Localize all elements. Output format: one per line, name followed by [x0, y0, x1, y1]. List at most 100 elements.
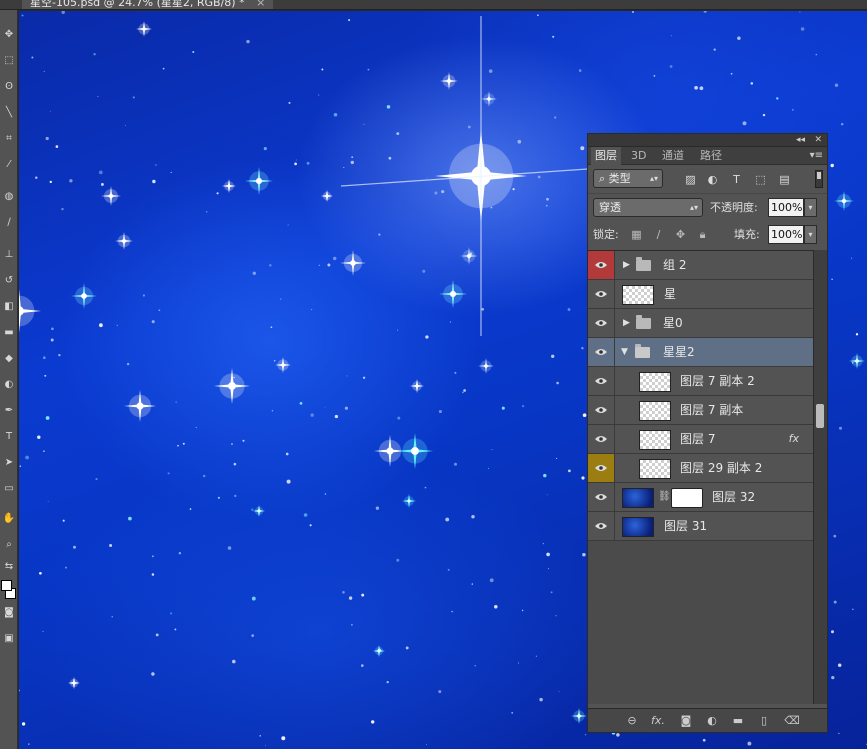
pen-tool-icon[interactable]: ✒	[2, 404, 16, 418]
shape-filter-icon[interactable]: ⬚	[754, 173, 767, 186]
layers-list: ▶ 组 2 星 ▶ 星0 ▼ 星星2 图层 7 副本 2 图层 7 副本 图层 …	[588, 250, 813, 704]
layer-name: 图层 7 副本 2	[680, 374, 755, 388]
layer-row[interactable]: ▶ 星0	[588, 309, 813, 338]
filter-toggle[interactable]	[815, 170, 823, 188]
eyedropper-tool-icon[interactable]: ⁄	[2, 158, 16, 172]
pixel-filter-icon[interactable]: ▨	[684, 173, 697, 186]
fill-dropdown-icon[interactable]: ▾	[804, 225, 817, 244]
panel-menu-icon[interactable]: ▾≡	[810, 147, 823, 165]
hand-tool-icon[interactable]: ✋	[2, 512, 16, 526]
collapse-panel-icon[interactable]: ◂◂	[796, 134, 805, 147]
scrollbar-thumb[interactable]	[816, 404, 824, 428]
layer-name: 图层 31	[664, 519, 708, 533]
marquee-tool-icon[interactable]: ⬚	[2, 54, 16, 68]
tab-layers[interactable]: 图层	[591, 147, 621, 165]
close-panel-icon[interactable]: ✕	[814, 134, 822, 147]
adjustment-icon[interactable]: ◐	[704, 713, 720, 729]
blur-tool-icon[interactable]: ◆	[2, 352, 16, 366]
search-icon: ⌕	[599, 172, 606, 185]
visibility-toggle[interactable]	[588, 512, 615, 540]
document-tab-title: 星空-105.psd @ 24.7% (星星2, RGB/8) *	[30, 0, 245, 9]
expand-triangle-icon[interactable]: ▶	[623, 251, 630, 279]
lock-transparency-icon[interactable]: ▦	[630, 228, 643, 241]
visibility-toggle[interactable]	[588, 338, 615, 366]
layers-panel: ◂◂ ✕ 图层 3D 通道 路径 ▾≡ ⌕ 类型 ▴▾ ▨ ◐ T ⬚ ▤ 穿透	[587, 133, 828, 733]
visibility-toggle[interactable]	[588, 309, 615, 337]
visibility-toggle[interactable]	[588, 251, 615, 279]
layer-name: 星星2	[663, 345, 695, 359]
adjustment-filter-icon[interactable]: ◐	[706, 173, 719, 186]
layer-name: 星	[664, 287, 677, 301]
brush-tool-icon[interactable]: ∕	[2, 216, 16, 230]
close-icon[interactable]: ×	[256, 0, 265, 9]
visibility-toggle[interactable]	[588, 483, 615, 511]
document-tab-bar: 星空-105.psd @ 24.7% (星星2, RGB/8) * ×	[0, 0, 867, 10]
clone-stamp-tool-icon[interactable]: ⊥	[2, 248, 16, 262]
new-group-icon[interactable]: ▬	[730, 713, 746, 729]
link-icon[interactable]: ⊖	[624, 713, 640, 729]
folder-icon	[636, 315, 651, 329]
tab-channels[interactable]: 通道	[658, 147, 688, 165]
fx-icon[interactable]: fx.	[650, 713, 666, 729]
lasso-tool-icon[interactable]: ʘ	[2, 80, 16, 94]
eye-icon	[595, 349, 607, 355]
foreground-color-swatch[interactable]	[1, 580, 12, 591]
path-selection-tool-icon[interactable]: ➤	[2, 456, 16, 470]
new-layer-icon[interactable]: ▯	[756, 713, 772, 729]
layers-scrollbar[interactable]	[813, 250, 827, 704]
mask-icon[interactable]: ◙	[678, 713, 694, 729]
move-tool-icon[interactable]: ✥	[2, 28, 16, 42]
swap-colors-icon[interactable]: ⇆	[2, 560, 16, 574]
expand-triangle-icon[interactable]: ▶	[623, 309, 630, 337]
trash-icon[interactable]: ⌫	[784, 713, 800, 729]
layer-mask-thumbnail[interactable]	[671, 488, 703, 508]
quick-select-tool-icon[interactable]: ╲	[2, 106, 16, 120]
layer-row[interactable]: ⛓ 图层 32	[588, 483, 813, 512]
type-filter-icon[interactable]: T	[730, 173, 743, 186]
layer-row[interactable]: 图层 29 副本 2	[588, 454, 813, 483]
tab-3d[interactable]: 3D	[627, 147, 650, 165]
quick-mask-icon[interactable]: ◙	[2, 606, 16, 620]
layer-row[interactable]: 图层 7 副本 2	[588, 367, 813, 396]
layer-name: 图层 32	[712, 490, 756, 504]
opacity-input[interactable]: 100%	[768, 198, 804, 217]
lock-pixels-icon[interactable]: ∕	[652, 228, 665, 241]
document-tab[interactable]: 星空-105.psd @ 24.7% (星星2, RGB/8) * ×	[22, 0, 274, 9]
gradient-tool-icon[interactable]: ▬	[2, 326, 16, 340]
healing-brush-tool-icon[interactable]: ◍	[2, 190, 16, 204]
crop-tool-icon[interactable]: ⌗	[2, 132, 16, 146]
lock-all-icon[interactable]: 🔒︎	[696, 228, 709, 241]
visibility-toggle[interactable]	[588, 454, 615, 482]
tab-paths[interactable]: 路径	[696, 147, 726, 165]
eraser-tool-icon[interactable]: ◧	[2, 300, 16, 314]
layer-effects-icon[interactable]: fx	[789, 425, 799, 453]
layer-row[interactable]: 星	[588, 280, 813, 309]
layer-row-selected[interactable]: ▼ 星星2	[588, 338, 813, 367]
eye-icon	[595, 262, 607, 268]
zoom-tool-icon[interactable]: ⌕	[2, 538, 16, 552]
smart-object-filter-icon[interactable]: ▤	[778, 173, 791, 186]
layer-row[interactable]: ▶ 组 2	[588, 251, 813, 280]
link-chain-icon[interactable]: ⛓	[658, 491, 671, 502]
layer-row[interactable]: 图层 31	[588, 512, 813, 541]
history-brush-tool-icon[interactable]: ↺	[2, 274, 16, 288]
visibility-toggle[interactable]	[588, 367, 615, 395]
visibility-toggle[interactable]	[588, 396, 615, 424]
visibility-toggle[interactable]	[588, 425, 615, 453]
visibility-toggle[interactable]	[588, 280, 615, 308]
layer-filter-select[interactable]: ⌕ 类型 ▴▾	[593, 169, 663, 188]
fill-input[interactable]: 100%	[768, 225, 804, 244]
photoshop-window: 星空-105.psd @ 24.7% (星星2, RGB/8) * × ✥ ⬚ …	[0, 0, 867, 749]
layer-name: 组 2	[663, 258, 687, 272]
layer-thumbnail	[622, 285, 654, 305]
layer-row[interactable]: 图层 7 fx	[588, 425, 813, 454]
lock-position-icon[interactable]: ✥	[674, 228, 687, 241]
blend-mode-select[interactable]: 穿透 ▴▾	[593, 198, 703, 217]
opacity-dropdown-icon[interactable]: ▾	[804, 198, 817, 217]
layer-row[interactable]: 图层 7 副本	[588, 396, 813, 425]
collapse-triangle-icon[interactable]: ▼	[621, 338, 628, 366]
screen-mode-icon[interactable]: ▣	[2, 632, 16, 646]
dodge-tool-icon[interactable]: ◐	[2, 378, 16, 392]
shape-tool-icon[interactable]: ▭	[2, 482, 16, 496]
type-tool-icon[interactable]: T	[2, 430, 16, 444]
